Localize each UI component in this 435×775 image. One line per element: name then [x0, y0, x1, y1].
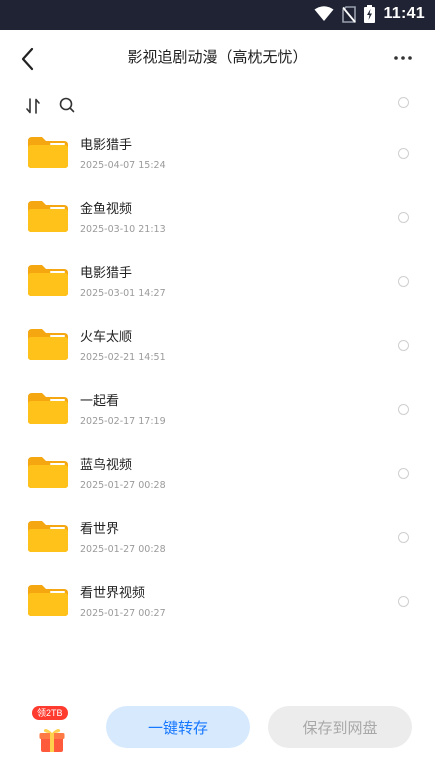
folder-date: 2025-02-17 17:19 — [80, 416, 166, 427]
status-icons: 11:41 — [314, 5, 425, 23]
more-horizontal-icon — [394, 56, 412, 60]
battery-icon — [364, 5, 376, 23]
bottom-bar: 领2TB 一键转存 保存到网盘 — [0, 700, 435, 775]
chevron-left-icon — [21, 47, 34, 71]
folder-name: 金鱼视频 — [80, 202, 133, 217]
select-radio[interactable] — [398, 148, 409, 159]
gift-badge: 领2TB — [32, 706, 68, 720]
search-icon — [59, 97, 75, 113]
folder-row[interactable]: 火车太顺 2025-02-21 14:51 — [0, 314, 435, 378]
select-radio[interactable] — [398, 212, 409, 223]
save-to-drive-button[interactable]: 保存到网盘 — [268, 706, 412, 748]
select-radio[interactable] — [398, 468, 409, 479]
folder-row[interactable]: 一起看 2025-02-17 17:19 — [0, 378, 435, 442]
status-bar: 11:41 — [0, 0, 435, 30]
folder-icon — [28, 457, 68, 488]
folder-name: 蓝鸟视频 — [80, 458, 133, 473]
wifi-icon — [314, 6, 334, 21]
folder-name: 看世界 — [80, 522, 120, 537]
page-title: 影视追剧动漫（高枕无忧） — [127, 48, 308, 66]
folder-row[interactable]: 电影猎手 2025-04-07 15:24 — [0, 122, 435, 186]
header: 影视追剧动漫（高枕无忧） — [0, 30, 435, 86]
folder-date: 2025-01-27 00:28 — [80, 544, 166, 555]
folder-icon — [28, 265, 68, 296]
folder-name: 看世界视频 — [80, 586, 146, 601]
folder-date: 2025-04-07 15:24 — [80, 160, 166, 171]
select-radio[interactable] — [398, 404, 409, 415]
folder-date: 2025-01-27 00:27 — [80, 608, 166, 619]
folder-icon — [28, 329, 68, 360]
more-button[interactable] — [389, 46, 417, 70]
folder-date: 2025-03-10 21:13 — [80, 224, 166, 235]
select-radio[interactable] — [398, 276, 409, 287]
folder-icon — [28, 585, 68, 616]
folder-date: 2025-02-21 14:51 — [80, 352, 166, 363]
sort-icon — [26, 98, 40, 114]
folder-name: 一起看 — [80, 394, 120, 409]
no-sim-icon — [342, 5, 357, 23]
folder-icon — [28, 137, 68, 168]
toolbar — [0, 92, 435, 120]
gift-icon — [39, 729, 65, 752]
folder-row[interactable]: 金鱼视频 2025-03-10 21:13 — [0, 186, 435, 250]
folder-name: 电影猎手 — [80, 266, 133, 281]
folder-row[interactable]: 蓝鸟视频 2025-01-27 00:28 — [0, 442, 435, 506]
folder-name: 电影猎手 — [80, 138, 133, 153]
folder-icon — [28, 393, 68, 424]
radio-circle — [398, 97, 409, 108]
sort-button[interactable] — [24, 96, 44, 116]
folder-icon — [28, 521, 68, 552]
clock: 11:41 — [383, 5, 425, 22]
folder-name: 火车太顺 — [80, 330, 133, 345]
file-list: 电影猎手 2025-04-07 15:24 金鱼视频 2025-03-10 21… — [0, 122, 435, 634]
gift-promo[interactable]: 领2TB — [28, 706, 76, 762]
folder-row[interactable]: 看世界 2025-01-27 00:28 — [0, 506, 435, 570]
select-radio[interactable] — [398, 532, 409, 543]
select-all-radio[interactable] — [398, 97, 409, 108]
folder-icon — [28, 201, 68, 232]
folder-date: 2025-01-27 00:28 — [80, 480, 166, 491]
folder-row[interactable]: 看世界视频 2025-01-27 00:27 — [0, 570, 435, 634]
folder-date: 2025-03-01 14:27 — [80, 288, 166, 299]
folder-row[interactable]: 电影猎手 2025-03-01 14:27 — [0, 250, 435, 314]
back-button[interactable] — [14, 44, 44, 74]
select-radio[interactable] — [398, 596, 409, 607]
search-button[interactable] — [58, 96, 76, 114]
select-radio[interactable] — [398, 340, 409, 351]
one-click-transfer-button[interactable]: 一键转存 — [106, 706, 250, 748]
